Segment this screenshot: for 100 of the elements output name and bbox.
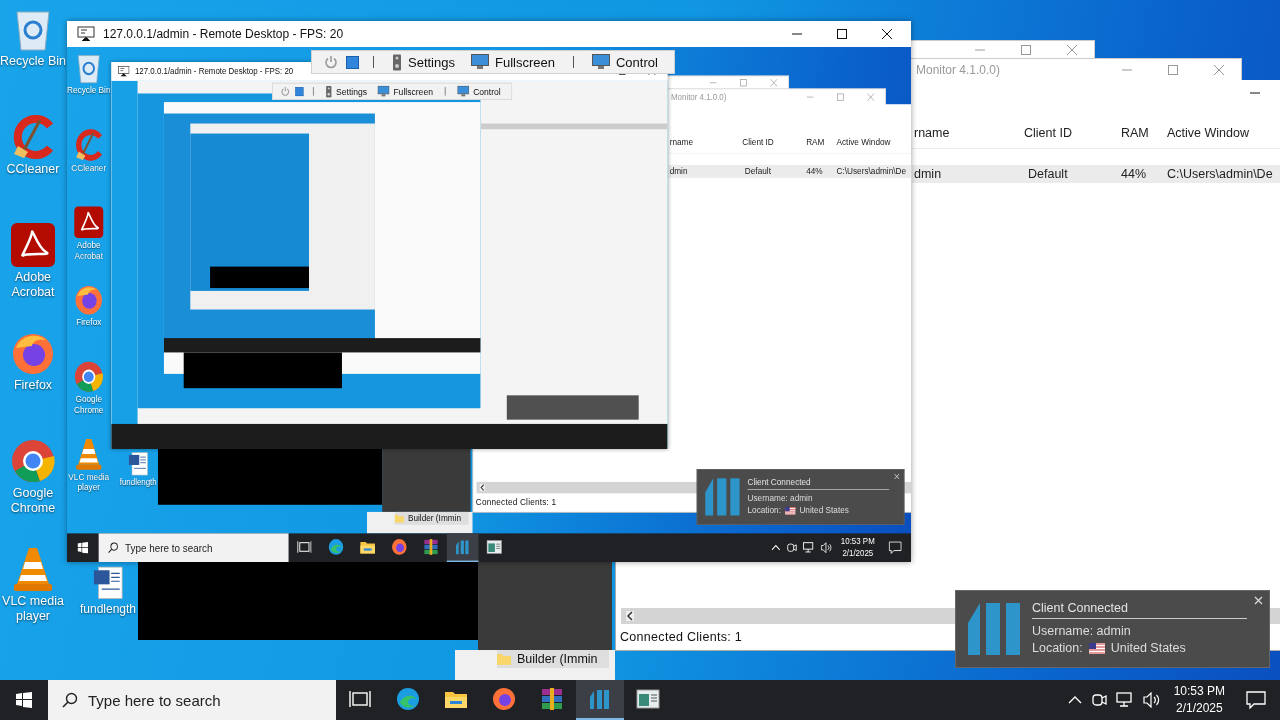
windows-icon <box>16 692 32 708</box>
status-text: Connected Clients: 1 <box>620 630 743 644</box>
column-header[interactable]: RAM <box>1121 126 1149 140</box>
icon-label: Adobe Acrobat <box>73 240 104 262</box>
camera-icon[interactable] <box>1090 692 1107 708</box>
icon-label: Recycle Bin <box>0 54 66 69</box>
notification-text: Username: admin <box>747 493 814 504</box>
notification-title: Client Connected <box>747 476 890 490</box>
time-text: 10:53 PM <box>1173 683 1225 700</box>
window-title: Monitor 4.1.0.0) <box>916 63 1001 77</box>
date-text: 2/1/2025 <box>1175 700 1223 717</box>
notification-text: United States <box>799 505 849 516</box>
time-text: 10:53 PM <box>840 535 875 548</box>
toolbar-button[interactable]: Control <box>454 85 504 98</box>
toolbar-button[interactable]: Fullscreen <box>467 54 559 70</box>
bars-icon <box>454 538 471 556</box>
clock[interactable]: 10:53 PM 2/1/2025 <box>838 535 878 560</box>
icon-label: Adobe Acrobat <box>10 270 56 300</box>
table-cell: Default <box>744 166 771 177</box>
table-cell: 44% <box>806 166 823 177</box>
notification-title: Client Connected <box>1032 601 1247 619</box>
icon-label: VLC media player <box>1 594 65 624</box>
firefox-icon <box>73 283 104 316</box>
screen-icon[interactable] <box>295 86 304 96</box>
volume-icon[interactable] <box>1142 692 1161 708</box>
column-header[interactable]: Active Window <box>836 137 891 148</box>
table-cell: dmin <box>669 166 688 177</box>
close-icon[interactable] <box>881 28 893 40</box>
notifications-icon[interactable] <box>1246 691 1266 709</box>
scroll-left-icon[interactable] <box>626 611 634 621</box>
window-icon <box>636 689 660 709</box>
archive-icon <box>540 687 564 711</box>
table-cell: C:\Users\admin\De <box>836 166 907 177</box>
windows-icon <box>77 541 89 554</box>
edge-icon <box>328 538 344 556</box>
folder-item[interactable]: Builder (Immin <box>497 650 609 668</box>
folder-icon <box>497 653 511 665</box>
firefox-icon <box>492 687 516 711</box>
flag-icon <box>1088 642 1105 654</box>
column-header[interactable]: RAM <box>806 137 825 148</box>
folder-icon <box>444 689 468 709</box>
archive-icon <box>423 538 439 556</box>
column-header[interactable]: Client ID <box>1024 126 1072 140</box>
toolbar-button[interactable]: Control <box>587 54 662 70</box>
icon-label: Firefox <box>75 317 103 329</box>
icon-label: CCleaner <box>5 162 61 177</box>
maximize-icon[interactable] <box>836 28 848 40</box>
column-header[interactable]: rname <box>914 126 950 140</box>
acrobat-icon <box>73 205 104 239</box>
monitor-icon <box>377 85 390 98</box>
folder-icon <box>359 539 376 555</box>
notification-text: Location: <box>747 505 781 516</box>
ccleaner-icon <box>73 128 104 162</box>
table-cell: 44% <box>1121 167 1147 181</box>
window-title: 127.0.0.1/admin - Remote Desktop - FPS: 20 <box>103 27 344 41</box>
search-field[interactable]: Type here to search <box>48 680 336 720</box>
clock[interactable]: 10:53 PM 2/1/2025 <box>1169 683 1229 717</box>
table-cell: dmin <box>914 167 942 181</box>
remote-control-icon <box>392 53 402 71</box>
table-row[interactable]: dmin Default 44% C:\Users\admin\De <box>912 165 1280 183</box>
icon-label: Firefox <box>12 378 54 393</box>
column-header[interactable]: rname <box>669 137 694 148</box>
window-title: 127.0.0.1/admin - Remote Desktop - FPS: 20 <box>134 66 294 77</box>
monitor-icon <box>591 54 610 70</box>
search-field[interactable]: Type here to search <box>98 533 289 562</box>
column-header[interactable]: Active Window <box>1167 126 1249 140</box>
scroll-left-icon[interactable] <box>479 484 486 492</box>
presentation-icon <box>117 65 130 78</box>
window-icon <box>486 539 503 555</box>
power-icon[interactable] <box>324 55 338 69</box>
folder-icon <box>394 514 404 523</box>
firefox-icon <box>391 538 408 556</box>
window-title: Monitor 4.1.0.0) <box>671 92 727 103</box>
network-icon[interactable] <box>1115 692 1134 708</box>
icon-label: fundlength <box>118 477 158 489</box>
icon-label: Google Chrome <box>73 394 105 417</box>
table-row[interactable]: dmin Default 44% C:\Users\admin\De <box>668 165 911 178</box>
acrobat-icon <box>10 222 56 268</box>
taskbar-app[interactable] <box>446 533 479 562</box>
icon-label: fundlength <box>78 602 138 617</box>
notification-text: Location: <box>1032 641 1083 655</box>
vlc-icon <box>12 546 54 592</box>
monitor-icon <box>471 54 489 70</box>
presentation-icon <box>77 26 95 42</box>
notification-text: United States <box>1110 641 1186 655</box>
chevron-up-icon[interactable] <box>1067 696 1082 704</box>
notification-text: Username: admin <box>1032 624 1132 638</box>
icon-label: CCleaner <box>70 162 108 174</box>
folder-item[interactable]: Builder (Immin <box>394 511 469 525</box>
toolbar-button[interactable]: Settings <box>322 85 370 98</box>
table-cell: C:\Users\admin\De <box>1167 167 1273 181</box>
toolbar-button[interactable]: Settings <box>388 53 459 71</box>
icon-label: Google Chrome <box>9 486 57 516</box>
monitor-icon <box>457 85 470 98</box>
toolbar-button[interactable]: Fullscreen <box>374 85 436 98</box>
task-view-icon <box>349 689 371 709</box>
column-header[interactable]: Client ID <box>742 137 774 148</box>
chrome-icon <box>73 360 104 394</box>
screen-icon[interactable] <box>346 55 359 69</box>
table-cell: Default <box>1028 167 1068 181</box>
